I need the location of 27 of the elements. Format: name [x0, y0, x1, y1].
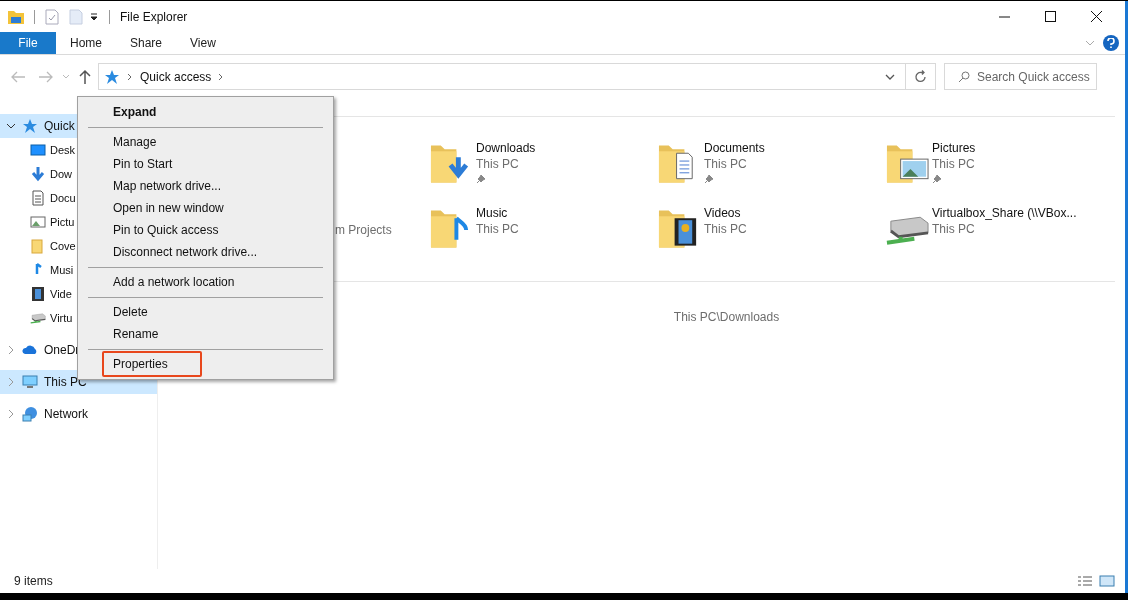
sidebar-label: Cove — [50, 238, 76, 254]
item-count: 9 items — [14, 573, 53, 590]
sidebar-label: Musi — [50, 262, 74, 278]
folder-subtitle: This PC — [932, 156, 976, 172]
folder-subtitle: This PC — [476, 156, 520, 172]
folder-name: Pictures — [932, 140, 976, 156]
folder-name: Documents — [704, 140, 765, 156]
folder-subtitle: This PC — [932, 221, 976, 237]
sidebar-label: OneDr — [44, 342, 80, 359]
sidebar-label: Pictu — [50, 214, 75, 230]
folder-subtitle: This PC — [704, 156, 748, 172]
folder-subtitle: This PC — [476, 221, 519, 237]
folder-subtitle: m Projects — [335, 222, 392, 239]
folder-subtitle: This PC — [704, 221, 747, 237]
sidebar-label: Virtu — [50, 310, 73, 326]
sidebar-label: Dow — [50, 166, 72, 182]
sidebar-label: Vide — [50, 286, 72, 302]
folder-name: Videos — [704, 205, 742, 221]
folder-name: Music — [476, 205, 509, 221]
window-title: File Explorer — [120, 8, 188, 26]
folder-name: Virtualbox_Share (\\VBox... — [932, 205, 1077, 221]
sidebar-label: Network — [44, 406, 88, 423]
recent-file-path: This PC\Downloads — [673, 309, 780, 326]
sidebar-label: Quick — [44, 118, 75, 135]
sidebar-label: Desk — [50, 142, 76, 158]
sidebar-label: Docu — [50, 190, 76, 206]
folder-name: Downloads — [476, 140, 536, 156]
